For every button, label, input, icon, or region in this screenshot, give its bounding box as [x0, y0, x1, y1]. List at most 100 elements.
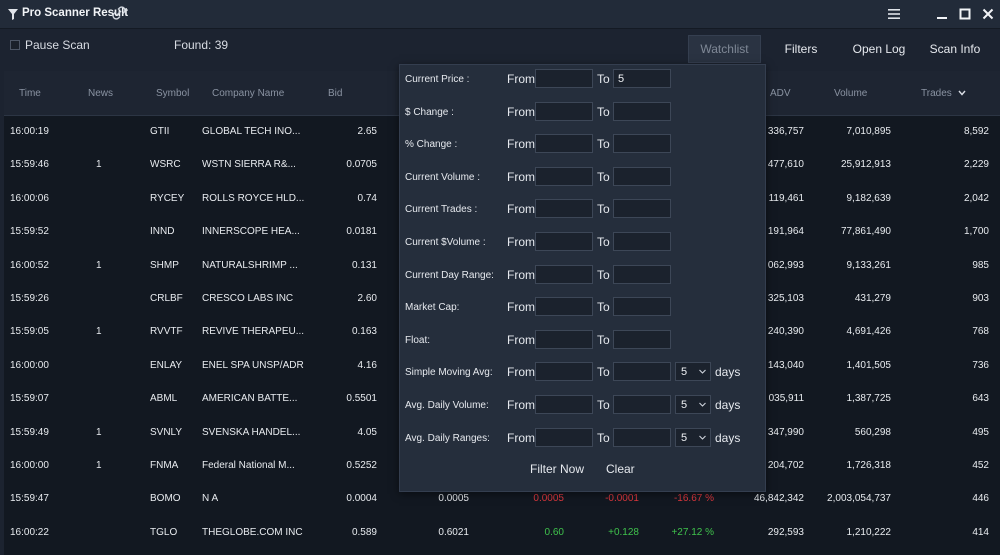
current-day-range-from-input[interactable]	[535, 264, 593, 284]
cell-news[interactable]: 1	[96, 460, 102, 471]
cell-volume: 4,691,426	[846, 326, 892, 338]
current-volume-from-input[interactable]	[535, 166, 593, 186]
market-cap-to-input[interactable]	[613, 297, 671, 317]
cell-bid: 2.60	[357, 293, 377, 304]
cell-volume: 25,912,913	[840, 159, 891, 171]
cell-news[interactable]: 1	[96, 159, 102, 170]
adr-from-input[interactable]	[535, 427, 593, 447]
filter-row-current-day-range: Current Day Range: From To	[400, 261, 767, 294]
from-label: From	[507, 104, 535, 119]
cell-time: 16:00:52	[10, 259, 49, 271]
cell-bid: 0.0705	[346, 159, 377, 171]
current-price-to-input[interactable]	[613, 69, 671, 88]
cell-last: 0.0005	[533, 493, 564, 505]
filter-row-dollar-change: $ Change : From To	[400, 98, 767, 131]
cell-time: 16:00:19	[10, 126, 49, 137]
cell-company: THEGLOBE.COM INC	[202, 526, 303, 538]
to-label: To	[597, 169, 610, 184]
dollar-change-to-input[interactable]	[613, 101, 671, 121]
cell-bid: 4.05	[357, 426, 377, 438]
sma-to-input[interactable]	[613, 362, 671, 382]
cell-bid: 0.131	[351, 259, 377, 271]
filter-icon	[8, 9, 18, 20]
header-time[interactable]: Time	[19, 88, 41, 99]
header-company-name[interactable]: Company Name	[212, 88, 284, 99]
clear-button[interactable]: Clear	[606, 462, 635, 476]
sma-days-select[interactable]: 5	[675, 362, 711, 382]
to-label: To	[597, 235, 610, 249]
cell-news[interactable]: 1	[96, 326, 102, 337]
adr-days-select[interactable]: 5	[675, 427, 711, 447]
current-day-range-to-input[interactable]	[613, 264, 671, 284]
filter-label: Simple Moving Avg:	[405, 367, 493, 379]
maximize-icon[interactable]	[957, 6, 973, 22]
cell-time: 16:00:00	[10, 460, 49, 471]
current-trades-to-input[interactable]	[613, 199, 671, 219]
percent-change-from-input[interactable]	[535, 134, 593, 154]
chevron-down-icon	[699, 370, 706, 375]
float-to-input[interactable]	[613, 329, 671, 349]
header-symbol[interactable]: Symbol	[156, 88, 189, 99]
cell-volume: 1,726,318	[846, 460, 892, 471]
scan-info-button[interactable]: Scan Info	[922, 35, 988, 63]
adv-to-input[interactable]	[613, 395, 671, 414]
from-label: From	[507, 137, 535, 152]
filter-label: Current Trades :	[405, 204, 478, 216]
cell-symbol: ENLAY	[150, 359, 183, 371]
cell-news[interactable]: 1	[96, 427, 102, 438]
cell-trades: 2,229	[963, 159, 989, 171]
header-adv[interactable]: ADV	[770, 88, 791, 99]
watchlist-button[interactable]: Watchlist	[688, 35, 761, 63]
cell-symbol: BOMO	[150, 493, 181, 505]
to-label: To	[597, 137, 610, 152]
cell-trades: 452	[972, 460, 989, 471]
cell-volume: 1,401,505	[846, 359, 892, 371]
cell-trades: 643	[972, 393, 989, 405]
cell-news[interactable]: 1	[96, 260, 102, 271]
close-icon[interactable]	[980, 6, 996, 22]
cell-bid: 4.16	[357, 359, 377, 371]
current-price-from-input[interactable]	[535, 69, 593, 88]
minimize-icon[interactable]	[934, 6, 950, 22]
cell-trades: 2,042	[963, 192, 989, 204]
cell-trades: 414	[972, 526, 989, 538]
adv-from-input[interactable]	[535, 395, 593, 414]
current-volume-to-input[interactable]	[613, 166, 671, 186]
cell-company: INNERSCOPE HEA...	[202, 226, 300, 238]
pause-scan-toggle[interactable]: Pause Scan	[10, 38, 90, 52]
adv-days-value: 5	[681, 399, 688, 411]
filter-row-current-trades: Current Trades : From To	[400, 195, 767, 228]
cell-volume: 431,279	[854, 293, 891, 304]
filter-row-simple-moving-avg: Simple Moving Avg: From To 5 days	[400, 358, 767, 391]
title-bar: Pro Scanner Result	[0, 0, 1000, 29]
adv-days-select[interactable]: 5	[675, 395, 711, 414]
current-dollar-volume-from-input[interactable]	[535, 232, 593, 251]
header-news[interactable]: News	[88, 88, 113, 99]
filter-now-button[interactable]: Filter Now	[530, 462, 584, 476]
sort-descending-icon	[958, 90, 966, 96]
menu-icon[interactable]	[886, 6, 902, 22]
dollar-change-from-input[interactable]	[535, 101, 593, 121]
table-row[interactable]: 16:00:22 TGLO THEGLOBE.COM INC 0.589 0.6…	[4, 517, 1000, 550]
header-bid[interactable]: Bid	[328, 88, 342, 99]
chevron-down-icon	[699, 402, 706, 407]
cell-adv: 46,842,342	[753, 493, 804, 505]
current-trades-from-input[interactable]	[535, 199, 593, 219]
filters-button[interactable]: Filters	[770, 35, 832, 63]
header-trades[interactable]: Trades	[921, 88, 966, 99]
pause-scan-checkbox[interactable]	[10, 40, 20, 50]
adr-days-value: 5	[681, 431, 688, 444]
open-log-button[interactable]: Open Log	[848, 35, 910, 63]
cell-time: 15:59:07	[10, 393, 49, 405]
sma-from-input[interactable]	[535, 362, 593, 382]
to-label: To	[597, 365, 610, 380]
cell-symbol: INND	[150, 226, 175, 238]
float-from-input[interactable]	[535, 329, 593, 349]
cell-trades: 768	[972, 326, 989, 338]
link-icon[interactable]	[112, 6, 126, 20]
header-volume[interactable]: Volume	[834, 88, 867, 99]
percent-change-to-input[interactable]	[613, 134, 671, 154]
current-dollar-volume-to-input[interactable]	[613, 232, 671, 251]
adr-to-input[interactable]	[613, 427, 671, 447]
market-cap-from-input[interactable]	[535, 297, 593, 317]
